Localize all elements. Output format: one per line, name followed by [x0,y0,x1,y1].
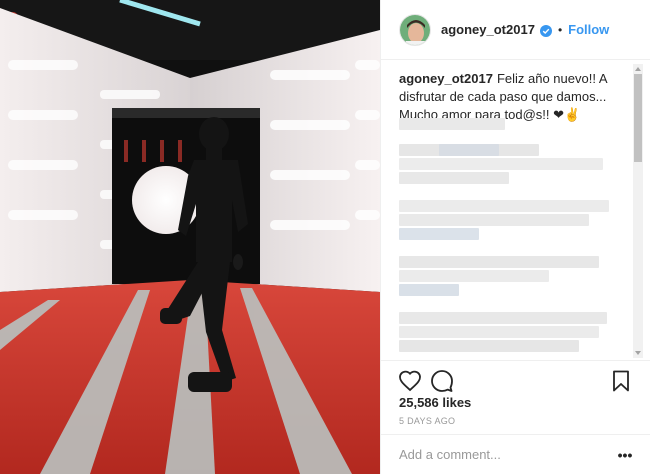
comments-scrollbar[interactable] [633,64,643,358]
blurred-comment-line [399,172,509,184]
photo-scene [0,0,380,474]
blurred-comment-line [399,284,459,296]
blurred-comment-line [399,158,603,170]
bookmark-icon[interactable] [609,369,633,393]
blurred-comment-line [399,228,479,240]
blurred-comment-line [399,340,579,352]
avatar[interactable] [399,13,431,46]
blurred-comment-line [399,118,505,130]
blurred-comment-line [399,312,607,324]
post-side-panel: agoney_ot2017 • Follow agoney_ot2017 Feli… [380,0,650,474]
comments-list[interactable]: agoney_ot2017 Feliz año nuevo!! A disfrut… [381,60,650,360]
blurred-comment-line [399,214,589,226]
blurred-comment-line [399,326,599,338]
post-timestamp[interactable]: 5 DAYS AGO [399,416,455,426]
blurred-comments [399,118,625,358]
more-options-icon[interactable]: ••• [615,447,635,463]
comment-bubble-icon[interactable] [430,369,454,393]
post-caption: agoney_ot2017 Feliz año nuevo!! A disfrut… [399,70,627,124]
verified-badge-icon [539,24,552,37]
likes-count[interactable]: 25,586 likes [399,395,471,410]
comment-input[interactable] [399,447,615,462]
blurred-comment-line [399,270,549,282]
heart-icon[interactable] [398,369,422,393]
blurred-comment-line [399,200,609,212]
header-separator: • [557,22,563,37]
follow-button[interactable]: Follow [568,22,609,37]
blurred-comment-line [399,256,599,268]
caption-username[interactable]: agoney_ot2017 [399,71,493,86]
post-photo[interactable] [0,0,380,474]
scroll-up-arrow-icon[interactable] [635,67,641,71]
blurred-comment-line [439,144,499,156]
username-link[interactable]: agoney_ot2017 [441,22,535,37]
scrollbar-thumb[interactable] [634,74,642,162]
add-comment-bar: ••• [381,434,650,474]
scroll-down-arrow-icon[interactable] [635,351,641,355]
post-header: agoney_ot2017 • Follow [381,0,650,60]
